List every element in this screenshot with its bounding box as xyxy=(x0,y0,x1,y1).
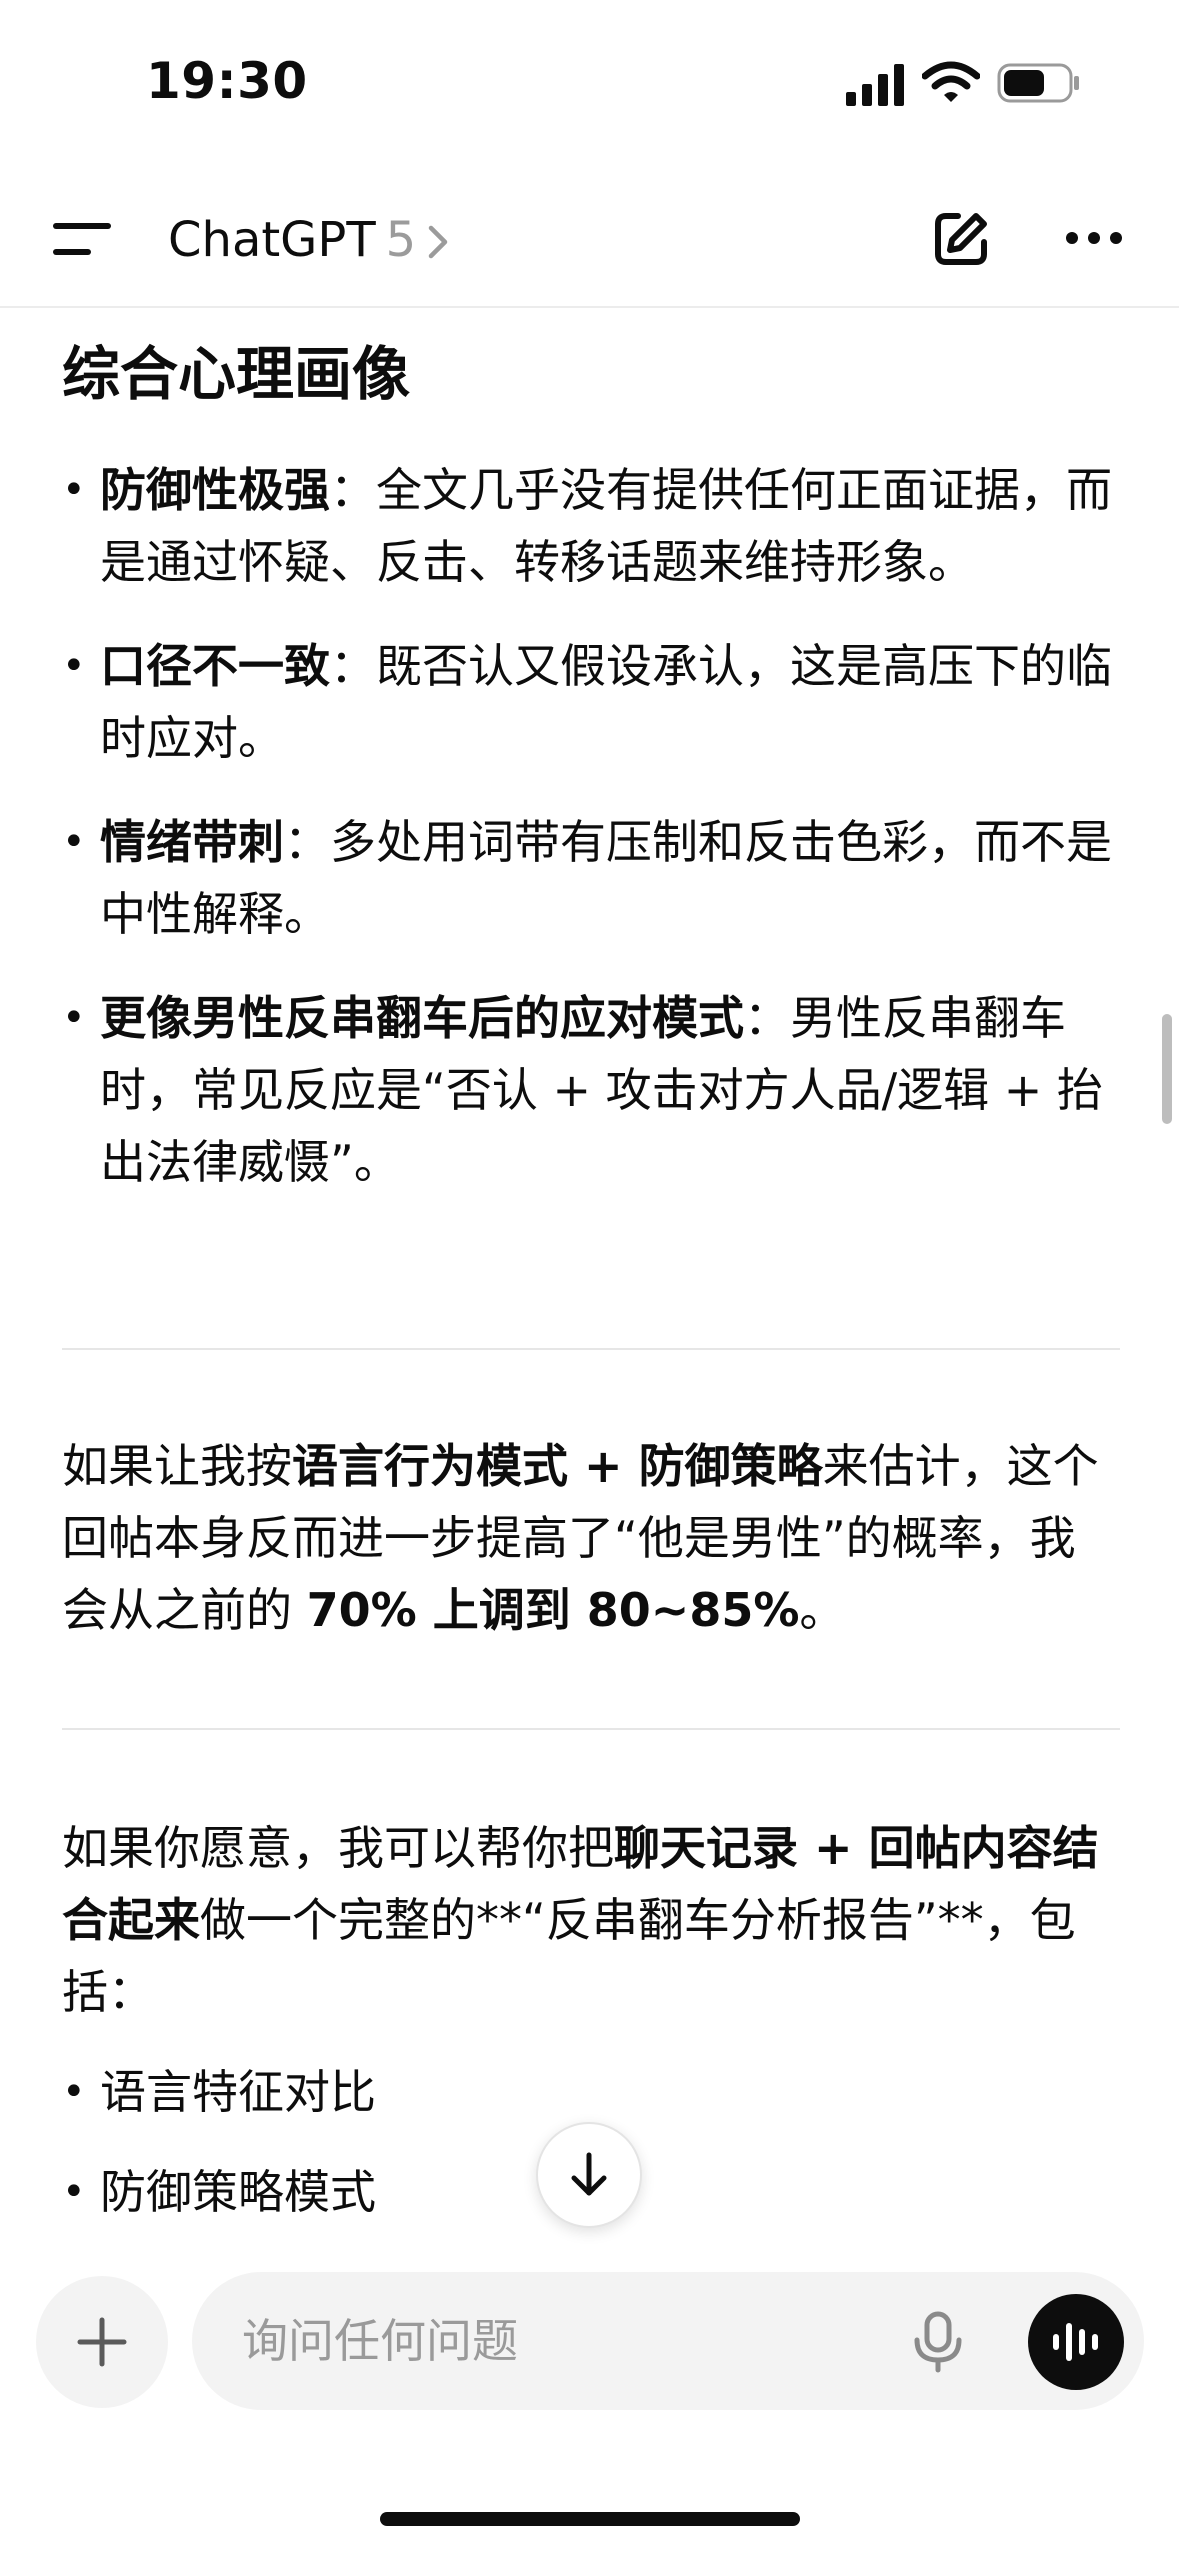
plus-icon xyxy=(77,2317,127,2367)
list-item-title: 口径不一致 xyxy=(100,639,330,693)
cellular-signal-icon xyxy=(846,64,904,106)
status-time: 19:30 xyxy=(146,52,308,110)
list-item: 语言特征对比 xyxy=(62,2056,1120,2128)
add-attachment-button[interactable] xyxy=(36,2276,168,2408)
list-item-text: 防御策略模式 xyxy=(100,2165,376,2219)
microphone-icon[interactable] xyxy=(908,2310,968,2374)
section-heading: 综合心理画像 xyxy=(62,340,411,408)
list-item-text: 语言特征对比 xyxy=(100,2065,376,2119)
more-options-icon[interactable] xyxy=(1064,228,1124,248)
estimate-paragraph: 如果让我按语言行为模式 + 防御策略来估计，这个回帖本身反而进一步提高了“他是男… xyxy=(62,1439,1099,1637)
wifi-icon xyxy=(922,61,980,102)
battery-icon xyxy=(997,63,1079,103)
scrollbar[interactable] xyxy=(1162,1014,1172,1124)
voice-waveform-icon xyxy=(1053,2323,1098,2361)
arrow-down-icon xyxy=(571,2152,607,2196)
new-chat-icon[interactable] xyxy=(930,208,992,270)
list-item: 口径不一致：既否认又假设承认，这是高压下的临时应对。 xyxy=(62,630,1120,774)
menu-icon[interactable] xyxy=(52,218,114,260)
chat-header: ChatGPT 5 xyxy=(0,170,1179,308)
offer-paragraph: 如果你愿意，我可以帮你把聊天记录 + 回帖内容结合起来做一个完整的**“反串翻车… xyxy=(62,1821,1099,2019)
list-item: 防御性极强：全文几乎没有提供任何正面证据，而是通过怀疑、反击、转移话题来维持形象… xyxy=(62,454,1120,598)
model-selector[interactable]: ChatGPT 5 xyxy=(168,210,416,270)
list-item-title: 更像男性反串翻车后的应对模式 xyxy=(100,991,744,1045)
chevron-right-icon[interactable] xyxy=(426,224,450,260)
divider xyxy=(62,1348,1120,1350)
scroll-to-bottom-button[interactable] xyxy=(536,2122,642,2228)
psych-profile-list: 防御性极强：全文几乎没有提供任何正面证据，而是通过怀疑、反击、转移话题来维持形象… xyxy=(62,454,1120,1198)
voice-mode-button[interactable] xyxy=(1028,2294,1124,2390)
home-indicator[interactable] xyxy=(380,2512,800,2526)
message-input[interactable] xyxy=(242,2306,842,2376)
list-item-title: 情绪带刺 xyxy=(100,815,284,869)
divider xyxy=(62,1728,1120,1730)
list-item-title: 防御性极强 xyxy=(100,463,330,517)
composer xyxy=(192,2272,1144,2410)
list-item: 情绪带刺：多处用词带有压制和反击色彩，而不是中性解释。 xyxy=(62,806,1120,950)
app-title: ChatGPT xyxy=(168,212,376,268)
model-version: 5 xyxy=(385,212,417,268)
status-bar: 19:30 xyxy=(0,0,1179,170)
chat-screen: 19:30 ChatGPT 5 综合心理画像 • 防御性极强：全文几乎没有提供任… xyxy=(0,0,1179,2556)
list-item: 更像男性反串翻车后的应对模式：男性反串翻车时，常见反应是“否认 + 攻击对方人品… xyxy=(62,982,1120,1198)
